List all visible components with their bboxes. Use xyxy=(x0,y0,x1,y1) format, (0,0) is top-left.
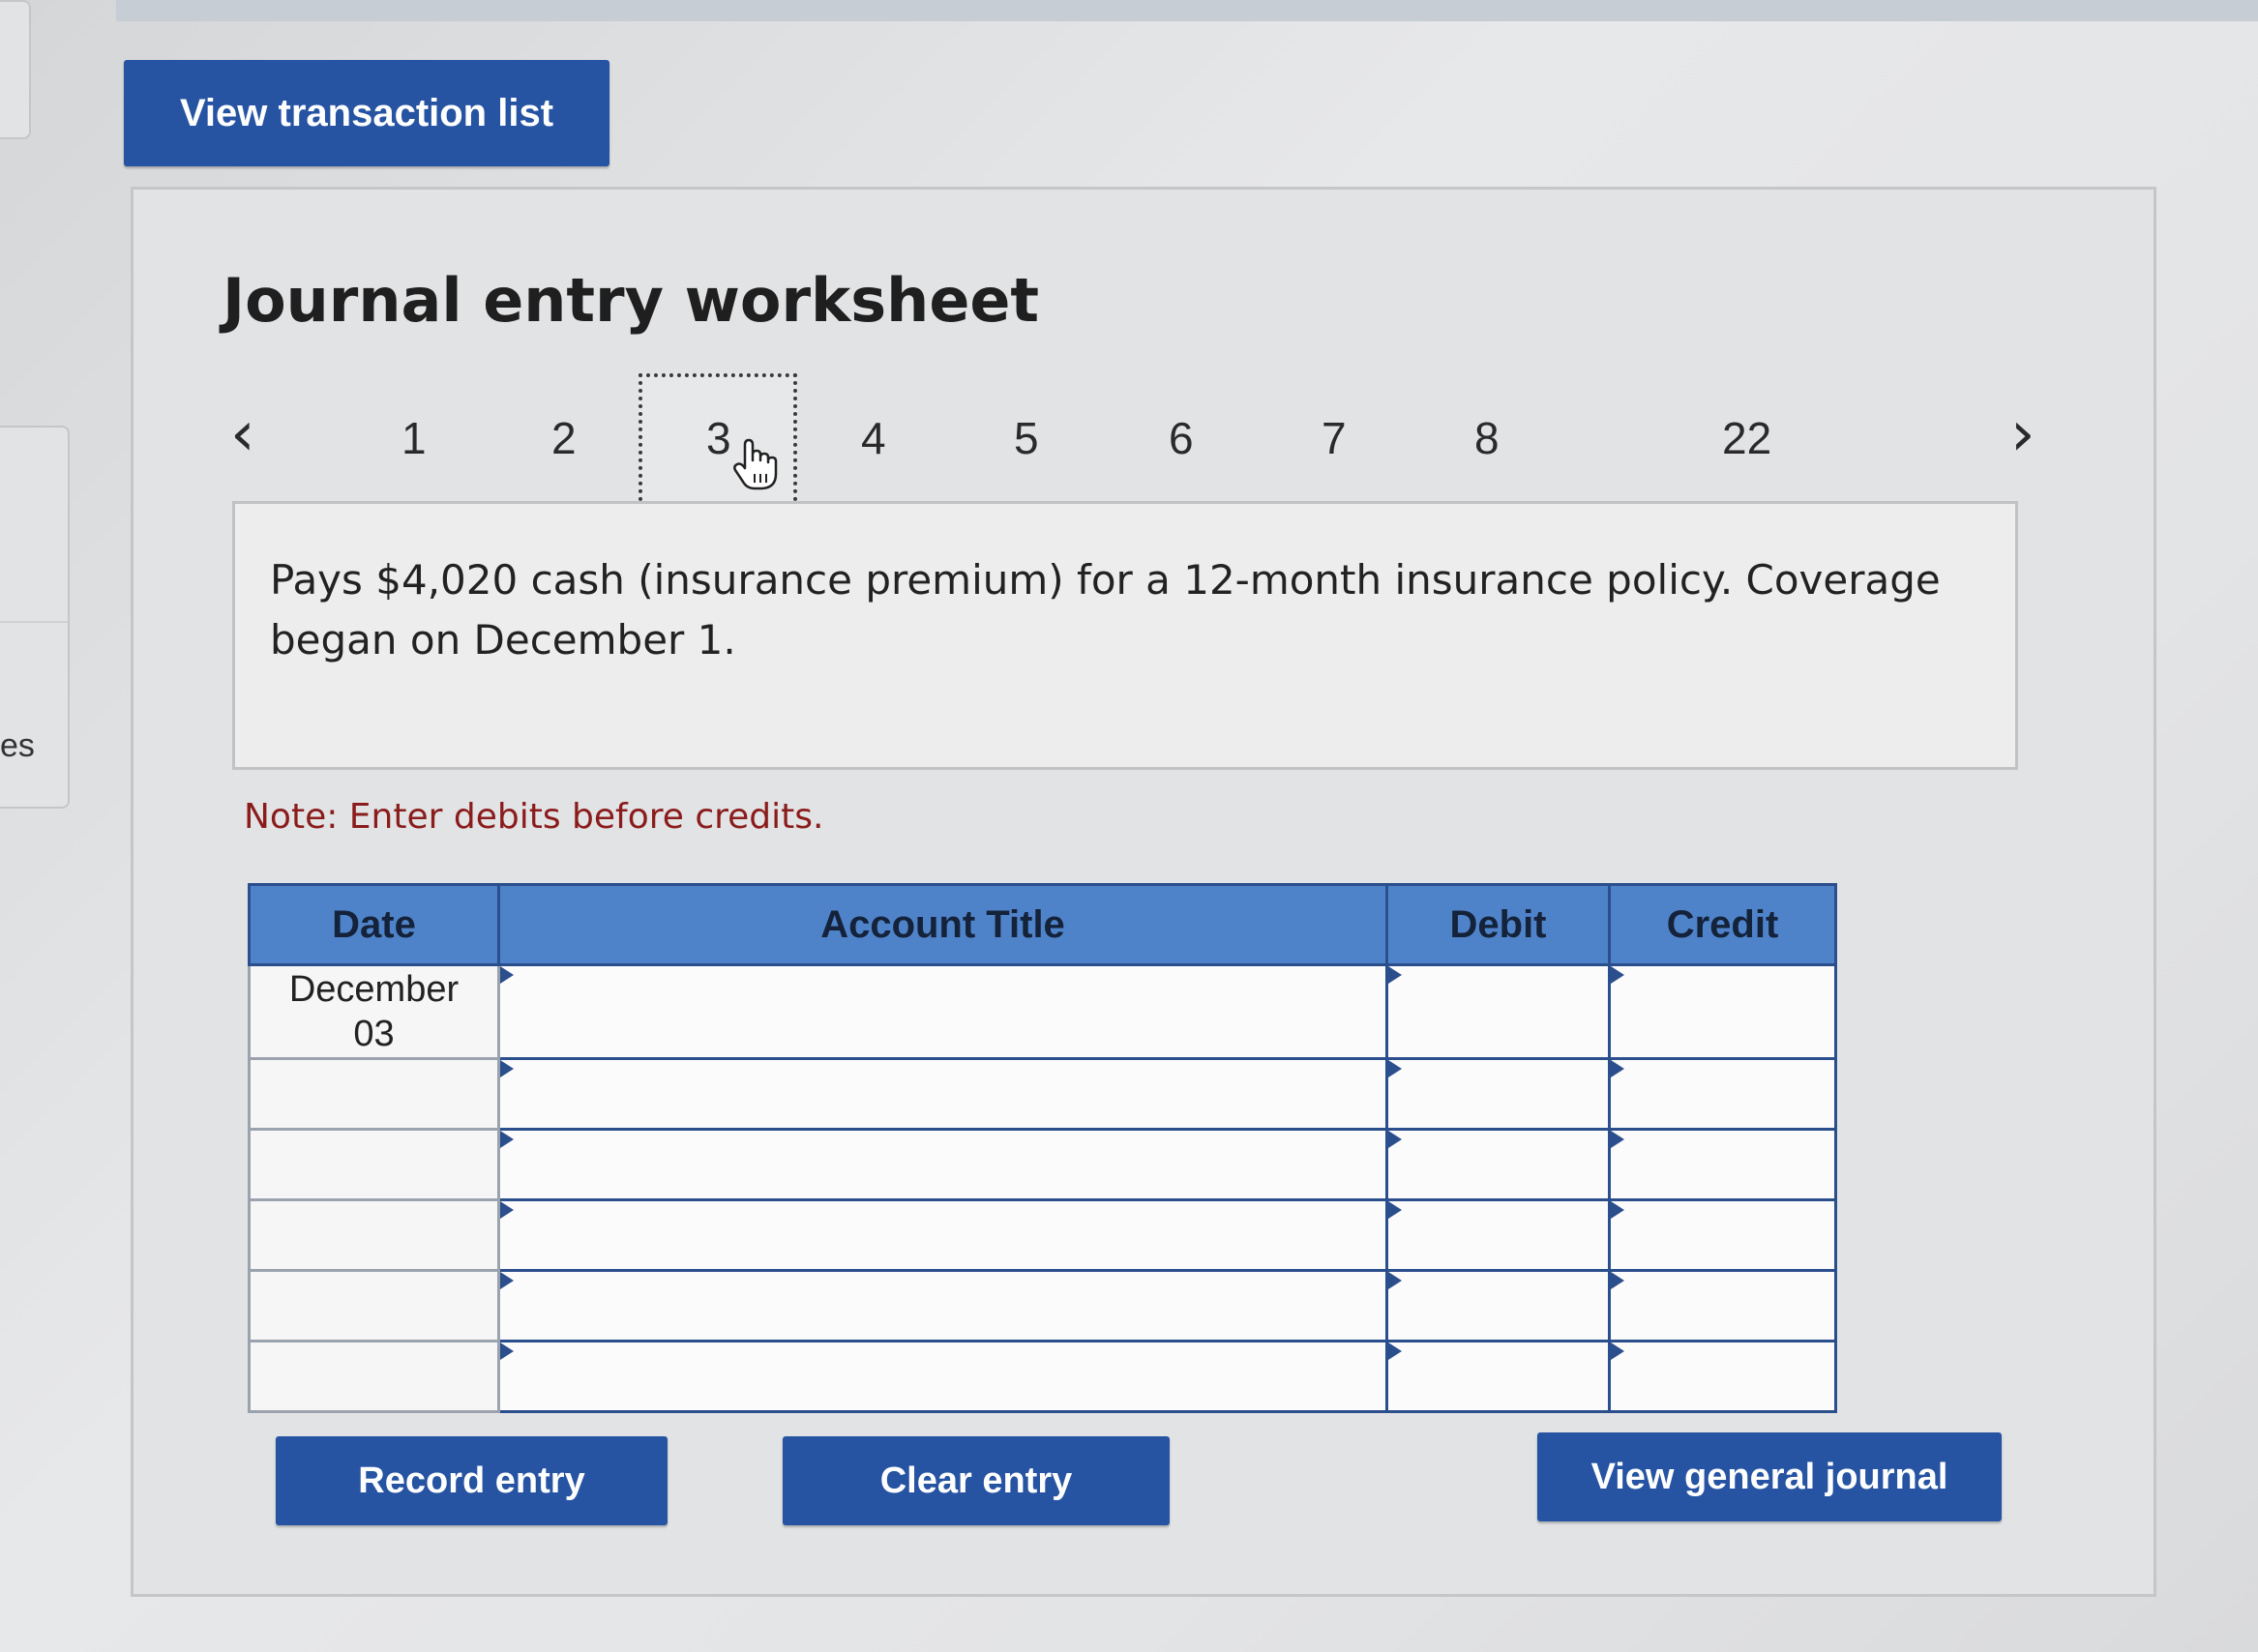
record-entry-button[interactable]: Record entry xyxy=(276,1436,668,1525)
dropdown-marker-icon xyxy=(1388,1131,1402,1148)
page-22[interactable]: 22 xyxy=(1722,412,1771,464)
table-row: December 03 xyxy=(248,963,1837,1060)
hand-cursor-icon xyxy=(733,438,778,490)
dropdown-marker-icon xyxy=(500,1060,514,1077)
table-row xyxy=(248,1057,1837,1131)
view-transaction-list-button[interactable]: View transaction list xyxy=(124,60,609,166)
account-title-cell[interactable] xyxy=(497,1340,1388,1413)
credit-cell[interactable] xyxy=(1608,1340,1837,1413)
note-text: Note: Enter debits before credits. xyxy=(244,797,824,837)
date-value: December 03 xyxy=(288,969,460,1054)
transaction-pager: ‹ 1 2 3 4 5 6 7 8 22 › xyxy=(134,373,2154,518)
dropdown-marker-icon xyxy=(1388,1060,1402,1077)
dropdown-marker-icon xyxy=(1611,1131,1624,1148)
dropdown-marker-icon xyxy=(500,1131,514,1148)
chevron-right-icon[interactable]: › xyxy=(2010,398,2035,470)
table-row xyxy=(248,1269,1837,1342)
table-row xyxy=(248,1128,1837,1201)
dropdown-marker-icon xyxy=(1611,1060,1624,1077)
dropdown-marker-icon xyxy=(500,1201,514,1219)
account-title-cell[interactable] xyxy=(497,1198,1388,1272)
side-tab[interactable]: es xyxy=(0,426,70,809)
page-1[interactable]: 1 xyxy=(401,412,427,464)
dropdown-marker-icon xyxy=(500,1342,514,1360)
worksheet-title: Journal entry worksheet xyxy=(223,265,1040,336)
account-title-column-header: Account Title xyxy=(497,883,1388,966)
view-general-journal-button[interactable]: View general journal xyxy=(1537,1432,2002,1521)
journal-entry-worksheet: Journal entry worksheet ‹ 1 2 3 4 5 6 7 … xyxy=(131,187,2156,1597)
account-title-cell[interactable] xyxy=(497,963,1388,1060)
page-3-label: 3 xyxy=(706,413,731,463)
date-cell: December 03 xyxy=(248,963,500,1060)
date-cell xyxy=(248,1128,500,1201)
credit-cell[interactable] xyxy=(1608,1198,1837,1272)
journal-entry-table: Date Account Title Debit Credit December… xyxy=(248,883,1837,1413)
debit-cell[interactable] xyxy=(1385,1057,1611,1131)
side-panel-top xyxy=(0,0,31,139)
page-7[interactable]: 7 xyxy=(1322,412,1347,464)
credit-cell[interactable] xyxy=(1608,1057,1837,1131)
page-8[interactable]: 8 xyxy=(1474,412,1500,464)
dropdown-marker-icon xyxy=(1611,1201,1624,1219)
date-cell xyxy=(248,1198,500,1272)
date-column-header: Date xyxy=(248,883,500,966)
top-strip xyxy=(116,0,2258,21)
dropdown-marker-icon xyxy=(1611,1342,1624,1360)
table-row xyxy=(248,1340,1837,1413)
debit-cell[interactable] xyxy=(1385,1340,1611,1413)
page-5[interactable]: 5 xyxy=(1014,412,1039,464)
debit-column-header: Debit xyxy=(1385,883,1611,966)
side-tab-label: es xyxy=(0,727,35,764)
account-title-cell[interactable] xyxy=(497,1057,1388,1131)
page-4[interactable]: 4 xyxy=(861,412,886,464)
dropdown-marker-icon xyxy=(500,966,514,984)
transaction-description-box: Pays $4,020 cash (insurance premium) for… xyxy=(232,501,2018,770)
dropdown-marker-icon xyxy=(500,1272,514,1289)
debit-cell[interactable] xyxy=(1385,1269,1611,1342)
table-header-row: Date Account Title Debit Credit xyxy=(248,883,1837,966)
credit-cell[interactable] xyxy=(1608,1269,1837,1342)
credit-column-header: Credit xyxy=(1608,883,1837,966)
page-3-selected[interactable]: 3 xyxy=(639,373,797,509)
table-row xyxy=(248,1198,1837,1272)
date-cell xyxy=(248,1269,500,1342)
debit-cell[interactable] xyxy=(1385,1198,1611,1272)
chevron-left-icon[interactable]: ‹ xyxy=(230,398,255,470)
debit-cell[interactable] xyxy=(1385,1128,1611,1201)
page-2[interactable]: 2 xyxy=(551,412,577,464)
dropdown-marker-icon xyxy=(1388,1272,1402,1289)
dropdown-marker-icon xyxy=(1388,966,1402,984)
date-cell xyxy=(248,1057,500,1131)
account-title-cell[interactable] xyxy=(497,1128,1388,1201)
side-tab-divider xyxy=(0,621,68,623)
dropdown-marker-icon xyxy=(1388,1201,1402,1219)
dropdown-marker-icon xyxy=(1611,966,1624,984)
dropdown-marker-icon xyxy=(1388,1342,1402,1360)
credit-cell[interactable] xyxy=(1608,1128,1837,1201)
clear-entry-button[interactable]: Clear entry xyxy=(783,1436,1170,1525)
credit-cell[interactable] xyxy=(1608,963,1837,1060)
dropdown-marker-icon xyxy=(1611,1272,1624,1289)
page-6[interactable]: 6 xyxy=(1169,412,1194,464)
debit-cell[interactable] xyxy=(1385,963,1611,1060)
account-title-cell[interactable] xyxy=(497,1269,1388,1342)
transaction-description: Pays $4,020 cash (insurance premium) for… xyxy=(270,556,1941,664)
date-cell xyxy=(248,1340,500,1413)
